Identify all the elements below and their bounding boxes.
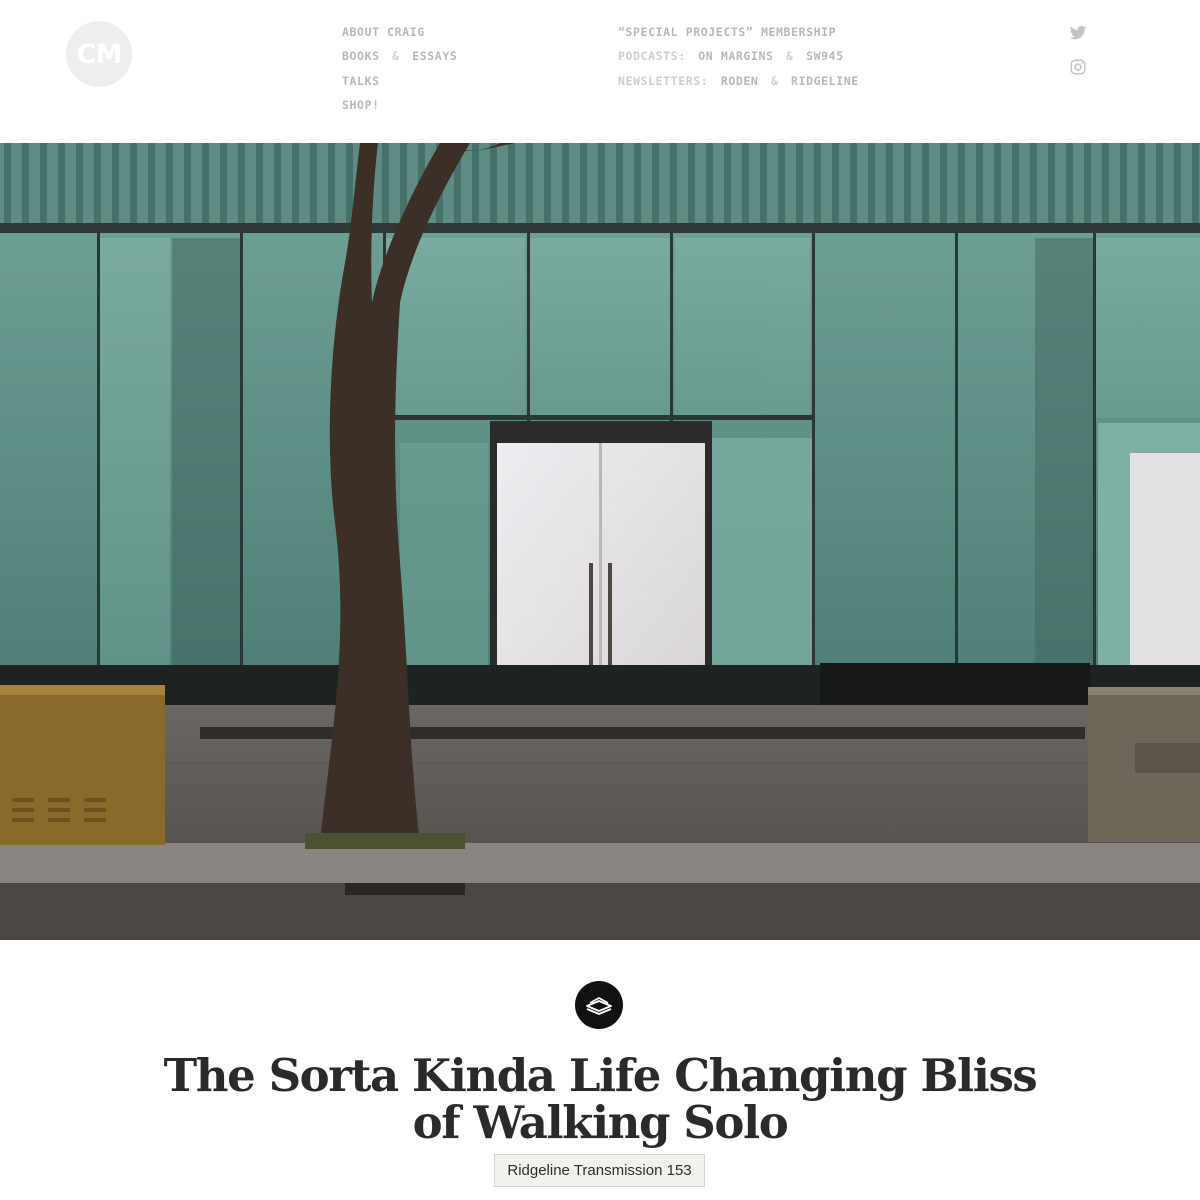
nav-prefix-newsletters: NEWSLETTERS: [618, 73, 709, 88]
nav-joiner: & [786, 49, 794, 64]
primary-nav: ABOUT CRAIG BOOKS & ESSAYS TALKS SHOP! [342, 22, 457, 119]
secondary-nav: “SPECIAL PROJECTS” MEMBERSHIP PODCASTS: … [618, 22, 859, 95]
nav-link-sw945[interactable]: SW945 [806, 49, 844, 63]
article-title: The Sorta Kinda Life Changing Bliss of W… [150, 1052, 1050, 1146]
nav-item-newsletters: NEWSLETTERS: RODEN & RIDGELINE [618, 71, 859, 95]
series-label-link[interactable]: Ridgeline Transmission 153 [494, 1154, 705, 1187]
nav-link-about-craig[interactable]: ABOUT CRAIG [342, 25, 425, 39]
nav-item-about: ABOUT CRAIG [342, 22, 457, 46]
article-title-line-2: of Walking Solo [412, 1096, 789, 1149]
logo-text: CM [76, 38, 123, 70]
site-header: CM ABOUT CRAIG BOOKS & ESSAYS TALKS SHOP… [0, 0, 1200, 143]
nav-link-on-margins[interactable]: ON MARGINS [698, 49, 773, 63]
hero-photo-illustration [0, 143, 1200, 940]
nav-link-essays[interactable]: ESSAYS [412, 49, 457, 63]
nav-item-books-essays: BOOKS & ESSAYS [342, 46, 457, 70]
nav-link-talks[interactable]: TALKS [342, 74, 380, 88]
nav-item-talks: TALKS [342, 71, 457, 95]
site-logo[interactable]: CM [66, 21, 132, 87]
nav-item-shop: SHOP! [342, 95, 457, 119]
nav-joiner: & [392, 49, 400, 64]
nav-prefix-podcasts: PODCASTS: [618, 49, 686, 64]
stacked-books-icon[interactable] [575, 981, 623, 1029]
nav-link-books[interactable]: BOOKS [342, 49, 380, 63]
nav-item-membership: “SPECIAL PROJECTS” MEMBERSHIP [618, 22, 859, 46]
nav-link-special-projects[interactable]: “SPECIAL PROJECTS” MEMBERSHIP [618, 25, 836, 39]
hero-photo [0, 143, 1200, 940]
instagram-icon[interactable] [1069, 58, 1087, 76]
nav-item-podcasts: PODCASTS: ON MARGINS & SW945 [618, 46, 859, 70]
twitter-icon[interactable] [1069, 24, 1087, 42]
nav-link-roden[interactable]: RODEN [721, 74, 759, 88]
nav-joiner: & [770, 73, 779, 88]
nav-link-ridgeline[interactable]: RIDGELINE [791, 74, 859, 88]
nav-link-shop[interactable]: SHOP! [342, 98, 380, 112]
article-title-line-1: The Sorta Kinda Life Changing Bliss [163, 1049, 1038, 1102]
